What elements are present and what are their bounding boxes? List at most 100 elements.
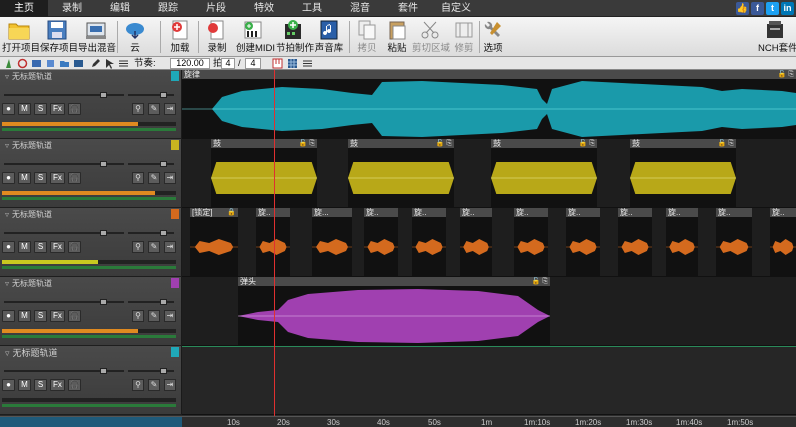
record-button[interactable]: 录制	[203, 19, 231, 57]
pan-slider-knob[interactable]	[160, 92, 167, 98]
route-icon[interactable]: ⇥	[164, 172, 176, 184]
menu-effects[interactable]: 特效	[240, 0, 288, 17]
paste-button[interactable]: 粘贴	[383, 19, 411, 57]
track-color-swatch[interactable]	[171, 209, 179, 219]
facebook-icon[interactable]: f	[751, 2, 764, 15]
headphones-icon[interactable]: 🎧	[68, 310, 81, 322]
wrench-icon[interactable]: ✎	[148, 310, 160, 322]
marker-icon[interactable]	[45, 58, 56, 69]
create-midi-button[interactable]: 创建MIDI	[236, 19, 275, 57]
instrument-icon[interactable]: ⚲	[132, 103, 144, 115]
mute-button[interactable]: M	[18, 103, 31, 115]
pan-slider-knob[interactable]	[160, 161, 167, 167]
track-header[interactable]: ▿ 无标题轨道 ● M S Fx 🎧 ⚲ ✎ ⇥	[0, 208, 182, 277]
open-project-button[interactable]: 打开项目	[2, 19, 40, 57]
timeline-ruler[interactable]: 10s 20s 30s 40s 50s 1m 1m:10s 1m:20s 1m:…	[0, 416, 796, 427]
menu-edit[interactable]: 编辑	[96, 0, 144, 17]
wrench-icon[interactable]: ✎	[148, 379, 160, 391]
track-color-swatch[interactable]	[171, 140, 179, 150]
menu-mix[interactable]: 混音	[336, 0, 384, 17]
wrench-icon[interactable]: ✎	[148, 103, 160, 115]
select-icon[interactable]	[104, 58, 115, 69]
record-arm-button[interactable]: ●	[2, 241, 15, 253]
pan-slider[interactable]	[128, 94, 174, 96]
clip-rotate[interactable]: 旋..	[716, 208, 752, 276]
track-name[interactable]: ▿ 无标题轨道	[5, 347, 170, 359]
clip-drum[interactable]: 鼓 🔓 ⎘	[348, 139, 454, 207]
track-name[interactable]: ▿ 无标题轨道	[5, 140, 170, 152]
linkedin-icon[interactable]: in	[781, 2, 794, 15]
instrument-icon[interactable]: ⚲	[132, 241, 144, 253]
instrument-icon[interactable]: ⚲	[132, 310, 144, 322]
route-icon[interactable]: ⇥	[164, 241, 176, 253]
pan-slider[interactable]	[128, 301, 174, 303]
view-icon[interactable]	[73, 58, 84, 69]
fx-button[interactable]: Fx	[50, 379, 65, 391]
menu-clip[interactable]: 片段	[192, 0, 240, 17]
pan-slider-knob[interactable]	[160, 299, 167, 305]
fx-button[interactable]: Fx	[50, 172, 65, 184]
mute-button[interactable]: M	[18, 310, 31, 322]
folder-small-icon[interactable]	[59, 58, 70, 69]
clip-rotate[interactable]: 旋..	[412, 208, 446, 276]
volume-slider-knob[interactable]	[100, 368, 107, 374]
solo-button[interactable]: S	[34, 310, 47, 322]
record-arm-button[interactable]: ●	[2, 379, 15, 391]
clip-locked[interactable]: [锁定] 🔒	[190, 208, 238, 276]
solo-button[interactable]: S	[34, 379, 47, 391]
instrument-icon[interactable]: ⚲	[132, 172, 144, 184]
fx-button[interactable]: Fx	[50, 103, 65, 115]
tempo-input[interactable]: 120.00	[170, 58, 210, 69]
clip-rotate[interactable]: 旋...	[312, 208, 352, 276]
menu-record[interactable]: 录制	[48, 0, 96, 17]
clip-rotate[interactable]: 旋..	[566, 208, 600, 276]
copy-button[interactable]: 拷贝	[353, 19, 381, 57]
clip-drum[interactable]: 鼓 🔓 ⎘	[630, 139, 736, 207]
clip-drum[interactable]: 鼓 🔓 ⎘	[491, 139, 597, 207]
clip-rotate[interactable]: 旋..	[514, 208, 548, 276]
track-header[interactable]: ▿ 无标题轨道 ● M S Fx 🎧 ⚲ ✎ ⇥	[0, 346, 182, 415]
wrench-icon[interactable]: ✎	[148, 241, 160, 253]
mute-button[interactable]: M	[18, 379, 31, 391]
beat-numerator-input[interactable]: 4	[221, 58, 235, 69]
route-icon[interactable]: ⇥	[164, 103, 176, 115]
record-arm-button[interactable]: ●	[2, 310, 15, 322]
headphones-icon[interactable]: 🎧	[68, 241, 81, 253]
solo-button[interactable]: S	[34, 241, 47, 253]
clip-rotate[interactable]: 旋..	[256, 208, 290, 276]
headphones-icon[interactable]: 🎧	[68, 103, 81, 115]
save-project-button[interactable]: 保存项目	[40, 19, 78, 57]
track-name[interactable]: ▿ 无标题轨道	[5, 278, 170, 290]
beat-denominator-input[interactable]: 4	[245, 58, 261, 69]
headphones-icon[interactable]: 🎧	[68, 172, 81, 184]
fx-button[interactable]: Fx	[50, 241, 65, 253]
pan-slider[interactable]	[128, 370, 174, 372]
mute-button[interactable]: M	[18, 172, 31, 184]
snap-icon[interactable]	[31, 58, 42, 69]
cut-region-button[interactable]: 剪切区域	[412, 19, 450, 57]
track-name[interactable]: ▿ 无标题轨道	[5, 209, 170, 221]
add-button[interactable]: 加载	[166, 19, 194, 57]
pan-slider[interactable]	[128, 163, 174, 165]
piano-icon[interactable]	[272, 58, 283, 69]
menu-home[interactable]: 主页	[0, 0, 48, 17]
clip-pluck[interactable]: 弹头 🔓 ⎘	[238, 277, 550, 345]
loop-icon[interactable]	[17, 58, 28, 69]
mute-button[interactable]: M	[18, 241, 31, 253]
twitter-icon[interactable]: t	[766, 2, 779, 15]
clip-rotate[interactable]: 旋..	[770, 208, 796, 276]
solo-button[interactable]: S	[34, 172, 47, 184]
wrench-icon[interactable]: ✎	[148, 172, 160, 184]
clip-rotate[interactable]: 旋..	[460, 208, 492, 276]
options-button[interactable]: 选项	[481, 19, 505, 57]
volume-slider-knob[interactable]	[100, 92, 107, 98]
track-header[interactable]: ▿ 无标题轨道 ● M S Fx 🎧 ⚲ ✎ ⇥	[0, 139, 182, 208]
sound-library-button[interactable]: 声音库	[314, 19, 344, 57]
volume-slider-knob[interactable]	[100, 299, 107, 305]
volume-slider-knob[interactable]	[100, 161, 107, 167]
route-icon[interactable]: ⇥	[164, 379, 176, 391]
playhead[interactable]	[274, 70, 275, 427]
nch-suite-button[interactable]: NCH套件	[758, 19, 796, 57]
track-header[interactable]: ▿ 无标题轨道 ● M S Fx 🎧 ⚲ ✎ ⇥	[0, 70, 182, 139]
track-color-swatch[interactable]	[171, 71, 179, 81]
